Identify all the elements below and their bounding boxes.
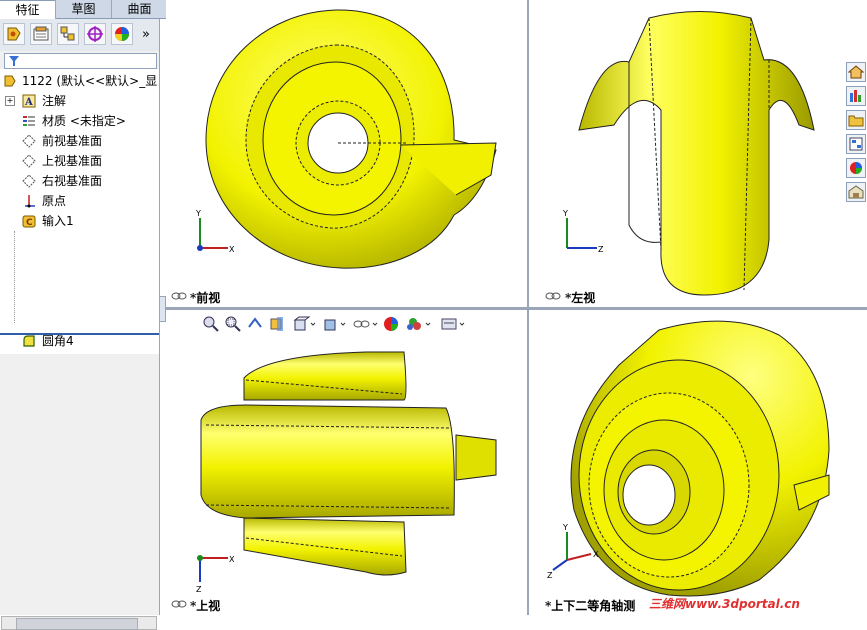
filter-input[interactable] <box>4 53 157 69</box>
view-label-front: *前视 <box>190 291 221 305</box>
feature-manager-panel: » 1122 (默认<<默认>_显 + A 注解 材质 <未指定> 前视基准面 … <box>0 19 160 630</box>
material-icon <box>23 116 35 126</box>
tree-item-material[interactable]: 材质 <未指定> <box>0 111 159 131</box>
expand-plus-icon[interactable]: + <box>5 96 15 106</box>
link-view-icon[interactable] <box>171 599 187 609</box>
view-label-top: *上视 <box>190 599 221 613</box>
view-palette-icon[interactable] <box>846 134 866 154</box>
tree-root[interactable]: 1122 (默认<<默认>_显 <box>0 71 159 91</box>
display-manager-icon[interactable] <box>111 23 133 45</box>
viewport-left[interactable]: Y Z *左视 <box>529 0 867 307</box>
isometric-view-model: Y X Z <box>547 320 830 597</box>
rollback-bar[interactable] <box>0 333 159 335</box>
scroll-thumb[interactable] <box>16 618 138 630</box>
plane-icon <box>22 174 36 188</box>
triad: X Z <box>196 555 235 594</box>
part-icon <box>4 75 16 87</box>
top-view-model: X Z <box>196 351 497 594</box>
tab-surfaces[interactable]: 曲面 <box>112 0 168 18</box>
expand-chevron-icon[interactable]: » <box>142 27 150 42</box>
tree-item-label: 输入1 <box>42 214 74 228</box>
tree-item-label: 注解 <box>42 94 67 108</box>
svg-text:Z: Z <box>598 245 604 254</box>
tree-item-import1[interactable]: C 输入1 <box>0 211 159 231</box>
triad: Y X <box>195 209 235 254</box>
origin-icon <box>25 195 35 208</box>
tree-item-label: 前视基准面 <box>42 134 103 148</box>
triad: Y Z <box>562 209 604 254</box>
svg-text:C: C <box>26 218 33 228</box>
file-explorer-icon[interactable] <box>846 110 866 130</box>
feature-manager-icon[interactable] <box>3 23 25 45</box>
property-manager-icon[interactable] <box>30 23 52 45</box>
tree-item-right-plane[interactable]: 右视基准面 <box>0 171 159 191</box>
view-label-left: *左视 <box>565 291 596 305</box>
axis-y-label: Y <box>195 209 201 218</box>
viewport-front[interactable]: Y X *前视 <box>166 0 527 307</box>
annotation-icon: A <box>22 94 36 108</box>
link-view-icon[interactable] <box>171 291 187 301</box>
filter-icon <box>9 56 19 66</box>
tree-item-label: 材质 <未指定> <box>42 114 126 128</box>
axis-x-label: X <box>229 245 235 254</box>
tab-sketch[interactable]: 草图 <box>56 0 112 18</box>
svg-text:Y: Y <box>562 209 568 218</box>
svg-text:X: X <box>593 550 599 559</box>
svg-text:Z: Z <box>196 585 202 594</box>
plane-icon <box>22 134 36 148</box>
appearances-icon[interactable] <box>846 158 866 178</box>
fillet-icon <box>23 335 35 347</box>
design-library-icon[interactable] <box>846 86 866 106</box>
viewport-top[interactable]: X Z *上视 <box>166 310 527 615</box>
tree-item-annotations[interactable]: + A 注解 <box>0 91 159 111</box>
horizontal-scrollbar[interactable] <box>1 616 157 630</box>
tree-item-label: 原点 <box>42 194 67 208</box>
watermark: 三维网www.3dportal.cn <box>649 597 800 611</box>
home-icon[interactable] <box>846 62 866 82</box>
svg-text:Z: Z <box>547 571 553 580</box>
tree-item-label: 右视基准面 <box>42 174 103 188</box>
imported-body-icon: C <box>22 215 36 228</box>
svg-text:Y: Y <box>562 523 568 532</box>
feature-tree: 1122 (默认<<默认>_显 + A 注解 材质 <未指定> 前视基准面 上视… <box>0 69 159 354</box>
dimxpert-icon[interactable] <box>84 23 106 45</box>
tree-item-front-plane[interactable]: 前视基准面 <box>0 131 159 151</box>
link-view-icon[interactable] <box>545 291 561 301</box>
plane-icon <box>22 154 36 168</box>
tree-item-label: 上视基准面 <box>42 154 103 168</box>
manager-toolbar: » <box>0 19 159 51</box>
tree-item-top-plane[interactable]: 上视基准面 <box>0 151 159 171</box>
tree-root-label: 1122 (默认<<默认>_显 <box>22 74 158 88</box>
view-label-isometric: *上下二等角轴测 <box>545 599 636 613</box>
viewport-isometric[interactable]: Y X Z *上下二等角轴测 三维网www.3dportal.cn <box>529 310 867 615</box>
configuration-manager-icon[interactable] <box>57 23 79 45</box>
tree-item-origin[interactable]: 原点 <box>0 191 159 211</box>
front-view-model: Y X <box>195 9 497 269</box>
left-view-model: Y Z <box>562 11 815 296</box>
custom-properties-icon[interactable] <box>846 182 866 202</box>
svg-text:A: A <box>24 97 33 108</box>
tree-connector <box>14 231 16 323</box>
tab-features[interactable]: 特征 <box>0 0 56 19</box>
panel-collapse-handle[interactable] <box>159 296 166 322</box>
svg-text:X: X <box>229 555 235 564</box>
